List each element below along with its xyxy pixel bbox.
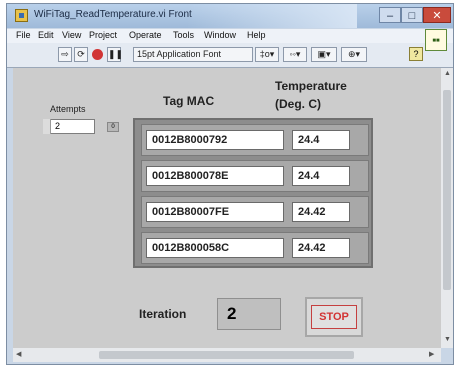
maximize-button[interactable]: □ xyxy=(401,7,423,23)
tag-mac-cell[interactable]: 0012B800058C xyxy=(146,238,284,258)
menu-view[interactable]: View xyxy=(62,30,81,40)
temperature-cell[interactable]: 24.4 xyxy=(292,166,350,186)
pause-icon[interactable]: ❚❚ xyxy=(107,47,123,62)
menu-file[interactable]: File xyxy=(16,30,31,40)
resize-objects-button[interactable]: ▣▾ xyxy=(311,47,337,62)
menu-tools[interactable]: Tools xyxy=(173,30,194,40)
font-dropdown[interactable]: 15pt Application Font xyxy=(133,47,253,62)
stop-button[interactable]: STOP xyxy=(305,297,363,337)
horizontal-scrollbar[interactable]: ◀ ▶ xyxy=(13,348,441,362)
iteration-label: Iteration xyxy=(139,307,187,321)
tag-mac-cell[interactable]: 0012B80007FE xyxy=(146,202,284,222)
iteration-indicator: 2 xyxy=(217,298,281,330)
menu-operate[interactable]: Operate xyxy=(129,30,162,40)
align-objects-button[interactable]: ‡o▾ xyxy=(255,47,279,62)
font-dropdown-value: 15pt Application Font xyxy=(137,49,222,59)
menu-help[interactable]: Help xyxy=(247,30,266,40)
tag-mac-cell[interactable]: 0012B800078E xyxy=(146,166,284,186)
title-bar-glass xyxy=(187,4,357,28)
temperature-cell[interactable]: 24.42 xyxy=(292,238,350,258)
labview-vi-icon xyxy=(15,9,28,22)
scroll-down-icon[interactable]: ▼ xyxy=(444,336,451,343)
title-bar[interactable]: WiFiTag_ReadTemperature.vi Front Panel *… xyxy=(7,4,453,28)
attempts-increment-decrement[interactable] xyxy=(43,119,51,134)
table-row: 0012B800078E 24.4 xyxy=(141,160,369,192)
distribute-objects-button[interactable]: ◦◦▾ xyxy=(283,47,307,62)
temperature-cell[interactable]: 24.4 xyxy=(292,130,350,150)
tag-mac-cell[interactable]: 0012B8000792 xyxy=(146,130,284,150)
tag-mac-header: Tag MAC xyxy=(163,94,215,108)
horizontal-scroll-thumb[interactable] xyxy=(99,351,354,359)
temperature-unit-header: (Deg. C) xyxy=(275,97,321,111)
tag-readings-array: 0012B8000792 24.4 0012B800078E 24.4 0012… xyxy=(133,118,373,268)
abort-execution-icon[interactable] xyxy=(92,49,103,60)
context-help-icon[interactable]: ? xyxy=(409,47,423,61)
temperature-header: Temperature xyxy=(275,79,347,93)
menu-bar: File Edit View Project Operate Tools Win… xyxy=(7,29,453,43)
table-row: 0012B80007FE 24.42 xyxy=(141,196,369,228)
scroll-up-icon[interactable]: ▲ xyxy=(444,70,451,77)
run-arrow-icon[interactable]: ⇨ xyxy=(58,47,72,62)
reorder-button[interactable]: ⊕▾ xyxy=(341,47,367,62)
labview-window: WiFiTag_ReadTemperature.vi Front Panel *… xyxy=(6,3,454,365)
vertical-scroll-thumb[interactable] xyxy=(443,90,451,290)
array-index-display[interactable]: 0 xyxy=(107,122,119,132)
table-row: 0012B8000792 24.4 xyxy=(141,124,369,156)
scroll-left-icon[interactable]: ◀ xyxy=(16,350,21,358)
close-button[interactable]: ✕ xyxy=(423,7,451,23)
minimize-button[interactable]: – xyxy=(379,7,401,23)
table-row: 0012B800058C 24.42 xyxy=(141,232,369,264)
menu-window[interactable]: Window xyxy=(204,30,236,40)
scroll-right-icon[interactable]: ▶ xyxy=(429,350,434,358)
temperature-cell[interactable]: 24.42 xyxy=(292,202,350,222)
run-continuously-icon[interactable]: ⟳ xyxy=(74,47,88,62)
menu-edit[interactable]: Edit xyxy=(38,30,54,40)
vertical-scrollbar[interactable]: ▲ ▼ xyxy=(441,68,453,348)
vi-connector-icon: ■■ xyxy=(425,29,447,51)
attempts-label: Attempts xyxy=(50,104,86,114)
window-title: WiFiTag_ReadTemperature.vi Front Panel * xyxy=(34,9,194,20)
stop-button-label: STOP xyxy=(311,305,357,329)
menu-project[interactable]: Project xyxy=(89,30,117,40)
toolbar: ⇨ ⟳ ❚❚ 15pt Application Font ‡o▾ ◦◦▾ ▣▾ … xyxy=(7,43,453,68)
